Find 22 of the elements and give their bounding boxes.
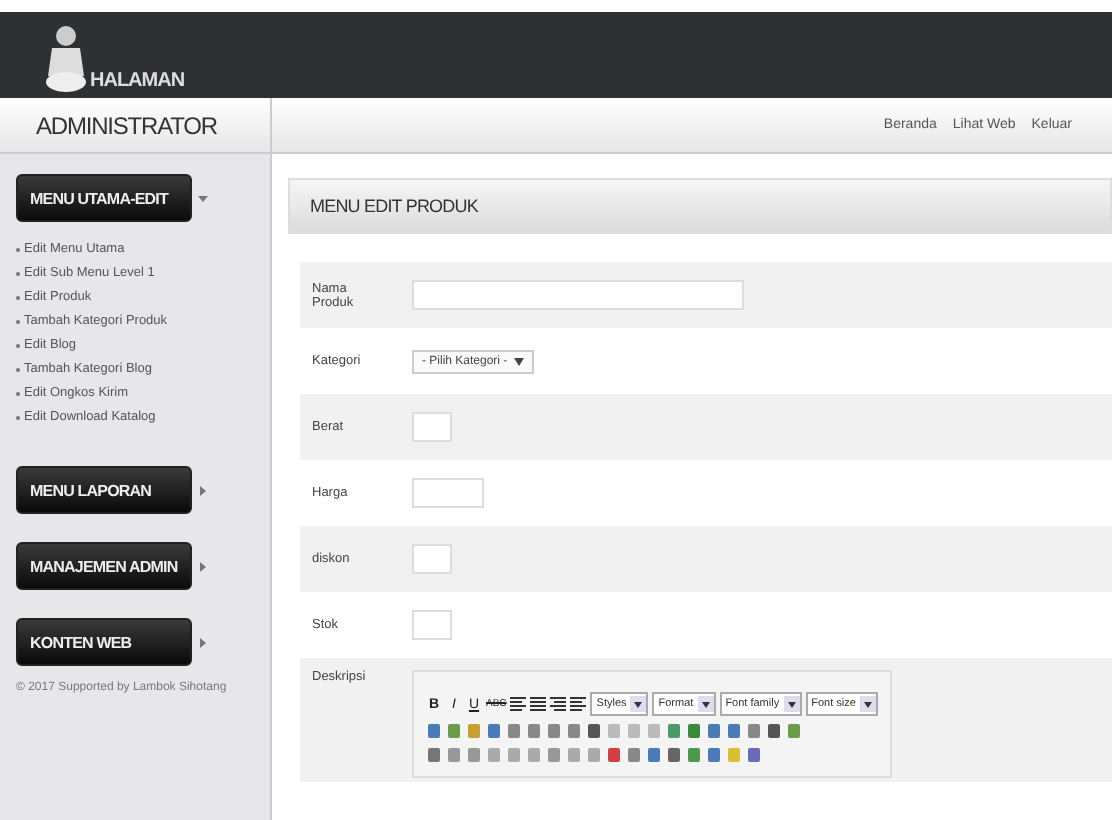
input-field[interactable] <box>412 412 452 442</box>
figure-logo-icon <box>44 24 88 92</box>
caret-icon <box>859 696 876 712</box>
menu-section-button[interactable]: MANAJEMEN ADMIN <box>16 542 192 590</box>
site-subtitle: ADMINISTRATOR <box>36 111 217 139</box>
menu-section-button[interactable]: MENU UTAMA-EDIT <box>16 174 192 222</box>
align-icon[interactable] <box>510 696 527 712</box>
caret-icon <box>513 357 524 365</box>
panel-header: MENU EDIT PRODUK <box>288 178 1112 234</box>
caret-icon <box>697 696 714 712</box>
logo-text: HALAMAN <box>90 70 185 92</box>
input-field[interactable] <box>412 544 452 574</box>
menu-section-button[interactable]: MENU LAPORAN <box>16 466 192 514</box>
caret-icon <box>783 696 800 712</box>
menu-section-button[interactable]: KONTEN WEB <box>16 618 192 666</box>
caret-icon <box>630 696 647 712</box>
input-field[interactable] <box>412 280 744 310</box>
input-field[interactable] <box>412 610 452 640</box>
align-icon[interactable] <box>570 696 587 712</box>
align-icon[interactable] <box>550 696 567 712</box>
input-field[interactable] <box>412 478 484 508</box>
align-icon[interactable] <box>530 696 547 712</box>
